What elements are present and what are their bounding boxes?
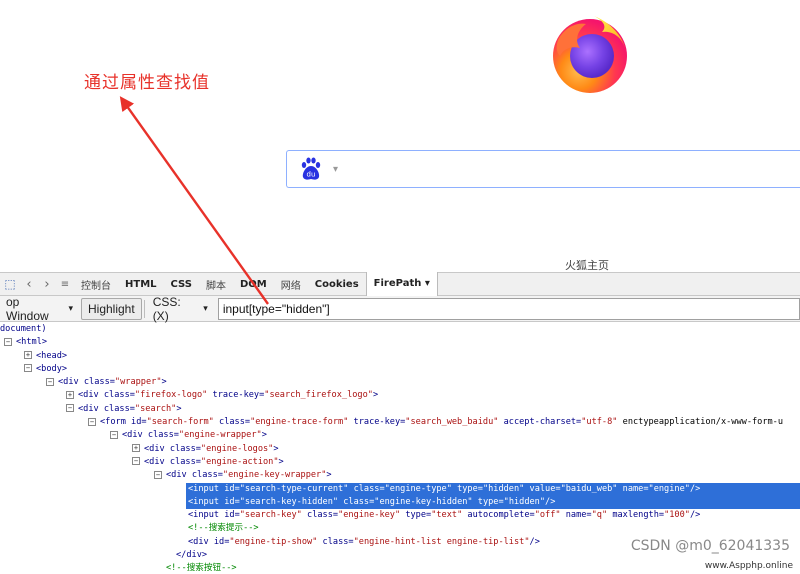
dom-tree-node[interactable]: <input id="search-key" class="engine-key…: [0, 509, 800, 522]
dom-tree: document) − <html> + <head> − <body> − <div clas…: [0, 322, 800, 574]
devtools-tab[interactable]: CSS: [164, 279, 199, 290]
dom-tree-node-code: <div id="engine-tip-show" class="engine-…: [188, 536, 540, 547]
dom-tree-node-code: <div class="wrapper">: [58, 377, 167, 388]
dom-tree-node-code: <input id="search-key-hidden" class="eng…: [188, 496, 556, 507]
collapse-icon[interactable]: −: [110, 430, 118, 439]
chevron-down-icon: ▾: [203, 303, 208, 313]
dom-tree-node-code: <body>: [36, 363, 68, 374]
dom-tree-node-code: <form id="search-form" class="engine-tra…: [100, 417, 784, 428]
firefox-logo-icon: [553, 16, 627, 93]
devtools-tab[interactable]: 控制台: [74, 277, 118, 292]
dom-tree-node[interactable]: − <form id="search-form" class="engine-tr…: [0, 416, 800, 429]
dom-tree-node[interactable]: − <div class="engine-wrapper">: [0, 429, 800, 442]
baidu-du-text: du: [307, 171, 316, 179]
dom-tree-node-code: <div class="engine-logos">: [144, 443, 279, 454]
dom-tree-node[interactable]: − <div class="wrapper">: [0, 376, 800, 389]
window-select[interactable]: op Window ▾: [0, 294, 79, 323]
dom-tree-node-code: <div class="engine-action">: [144, 456, 284, 467]
dom-tree-node[interactable]: <!--搜索按钮-->: [0, 562, 800, 574]
csdn-watermark: CSDN @m0_62041335: [630, 538, 790, 554]
dom-tree-node[interactable]: document): [0, 323, 800, 336]
dom-tree-node-code: <input id="search-type-current" class="e…: [188, 483, 701, 494]
dom-tree-node[interactable]: + <head>: [0, 350, 800, 363]
tab-firepath[interactable]: FirePath ▾: [365, 272, 438, 296]
devtools-tab[interactable]: Cookies: [308, 279, 366, 290]
search-box[interactable]: du ▾: [286, 150, 800, 188]
devtools-tabs: 控制台 HTML CSS 脚本 DOM 网络 Cookies: [74, 277, 366, 292]
console-toggle-icon[interactable]: ≡: [56, 279, 74, 290]
chevron-down-icon: ▾: [68, 303, 73, 313]
css-mode-label: CSS: (X): [152, 294, 181, 323]
dom-tree-node[interactable]: − <div class="engine-action">: [0, 456, 800, 469]
forward-arrow-icon[interactable]: ›: [38, 277, 56, 292]
highlight-button[interactable]: Highlight: [81, 297, 142, 320]
toolbar-divider: [143, 299, 145, 318]
devtools-tab[interactable]: 网络: [274, 277, 308, 292]
inspect-icon[interactable]: ⬚: [0, 277, 20, 291]
selector-input[interactable]: [217, 297, 800, 320]
collapse-icon[interactable]: −: [88, 417, 96, 426]
collapse-icon[interactable]: −: [132, 457, 140, 466]
dom-tree-node-code: <head>: [36, 350, 68, 361]
back-arrow-icon[interactable]: ‹: [20, 277, 38, 292]
dom-tree-node[interactable]: − <div class="engine-key-wrapper">: [0, 469, 800, 482]
dom-tree-node[interactable]: + <div class="firefox-logo" trace-key="se…: [0, 389, 800, 402]
dom-tree-node-code: <html>: [16, 337, 48, 348]
dom-tree-node-code: document): [0, 324, 47, 334]
baidu-paw-icon[interactable]: du: [299, 156, 323, 182]
annotation-label: 通过属性查找值: [84, 73, 210, 93]
collapse-icon[interactable]: −: [4, 337, 12, 346]
dom-tree-node-code: <!--搜索按钮-->: [166, 563, 237, 574]
dom-tree-node[interactable]: <input id="search-key-hidden" class="eng…: [186, 495, 800, 510]
dom-tree-node-code: <div class="engine-key-wrapper">: [166, 470, 332, 481]
collapse-icon[interactable]: −: [66, 404, 74, 413]
dom-tree-node[interactable]: − <html>: [0, 336, 800, 349]
dom-tree-node[interactable]: − <body>: [0, 363, 800, 376]
dom-tree-node-code: <div class="engine-wrapper">: [122, 430, 267, 441]
dom-tree-node-code: <div class="firefox-logo" trace-key="sea…: [78, 390, 379, 401]
dom-tree-node[interactable]: − <div class="search">: [0, 403, 800, 416]
firebug-devtools-panel: ⬚ ‹ › ≡ 控制台 HTML CSS 脚本 DOM 网络 Cookies FirePat…: [0, 272, 800, 574]
devtools-tab[interactable]: 脚本: [199, 277, 233, 292]
chevron-down-icon: ▾: [424, 278, 430, 289]
dom-tree-node-code: </div>: [176, 550, 208, 561]
collapse-icon[interactable]: −: [46, 377, 54, 386]
dom-tree-node-code: <div class="search">: [78, 403, 182, 414]
site-watermark: www.Aspphp.online: [701, 560, 796, 572]
firefox-home-label[interactable]: 火狐主页: [565, 257, 609, 273]
devtools-tab-bar: ⬚ ‹ › ≡ 控制台 HTML CSS 脚本 DOM 网络 Cookies FirePat…: [0, 272, 800, 296]
expand-icon[interactable]: +: [132, 444, 140, 453]
dom-tree-node-code: <!--搜索提示-->: [188, 523, 259, 534]
dom-tree-node[interactable]: <!--搜索提示-->: [0, 522, 800, 535]
dom-tree-node[interactable]: + <div class="engine-logos">: [0, 443, 800, 456]
devtools-tab[interactable]: HTML: [118, 279, 164, 290]
dom-tree-node-code: <input id="search-key" class="engine-key…: [188, 510, 701, 521]
devtools-tab[interactable]: DOM: [233, 279, 274, 290]
expand-icon[interactable]: +: [24, 351, 32, 360]
window-select-label: op Window: [6, 294, 49, 323]
css-selector-mode[interactable]: CSS: (X) ▾: [147, 294, 214, 323]
collapse-icon[interactable]: −: [154, 470, 162, 479]
tab-firepath-label: FirePath: [373, 278, 422, 289]
collapse-icon[interactable]: −: [24, 364, 32, 373]
firepath-toolbar: op Window ▾ Highlight CSS: (X) ▾: [0, 294, 800, 323]
dom-tree-node[interactable]: <input id="search-type-current" class="e…: [186, 482, 800, 496]
expand-icon[interactable]: +: [66, 390, 74, 399]
engine-dropdown-caret[interactable]: ▾: [333, 164, 338, 175]
